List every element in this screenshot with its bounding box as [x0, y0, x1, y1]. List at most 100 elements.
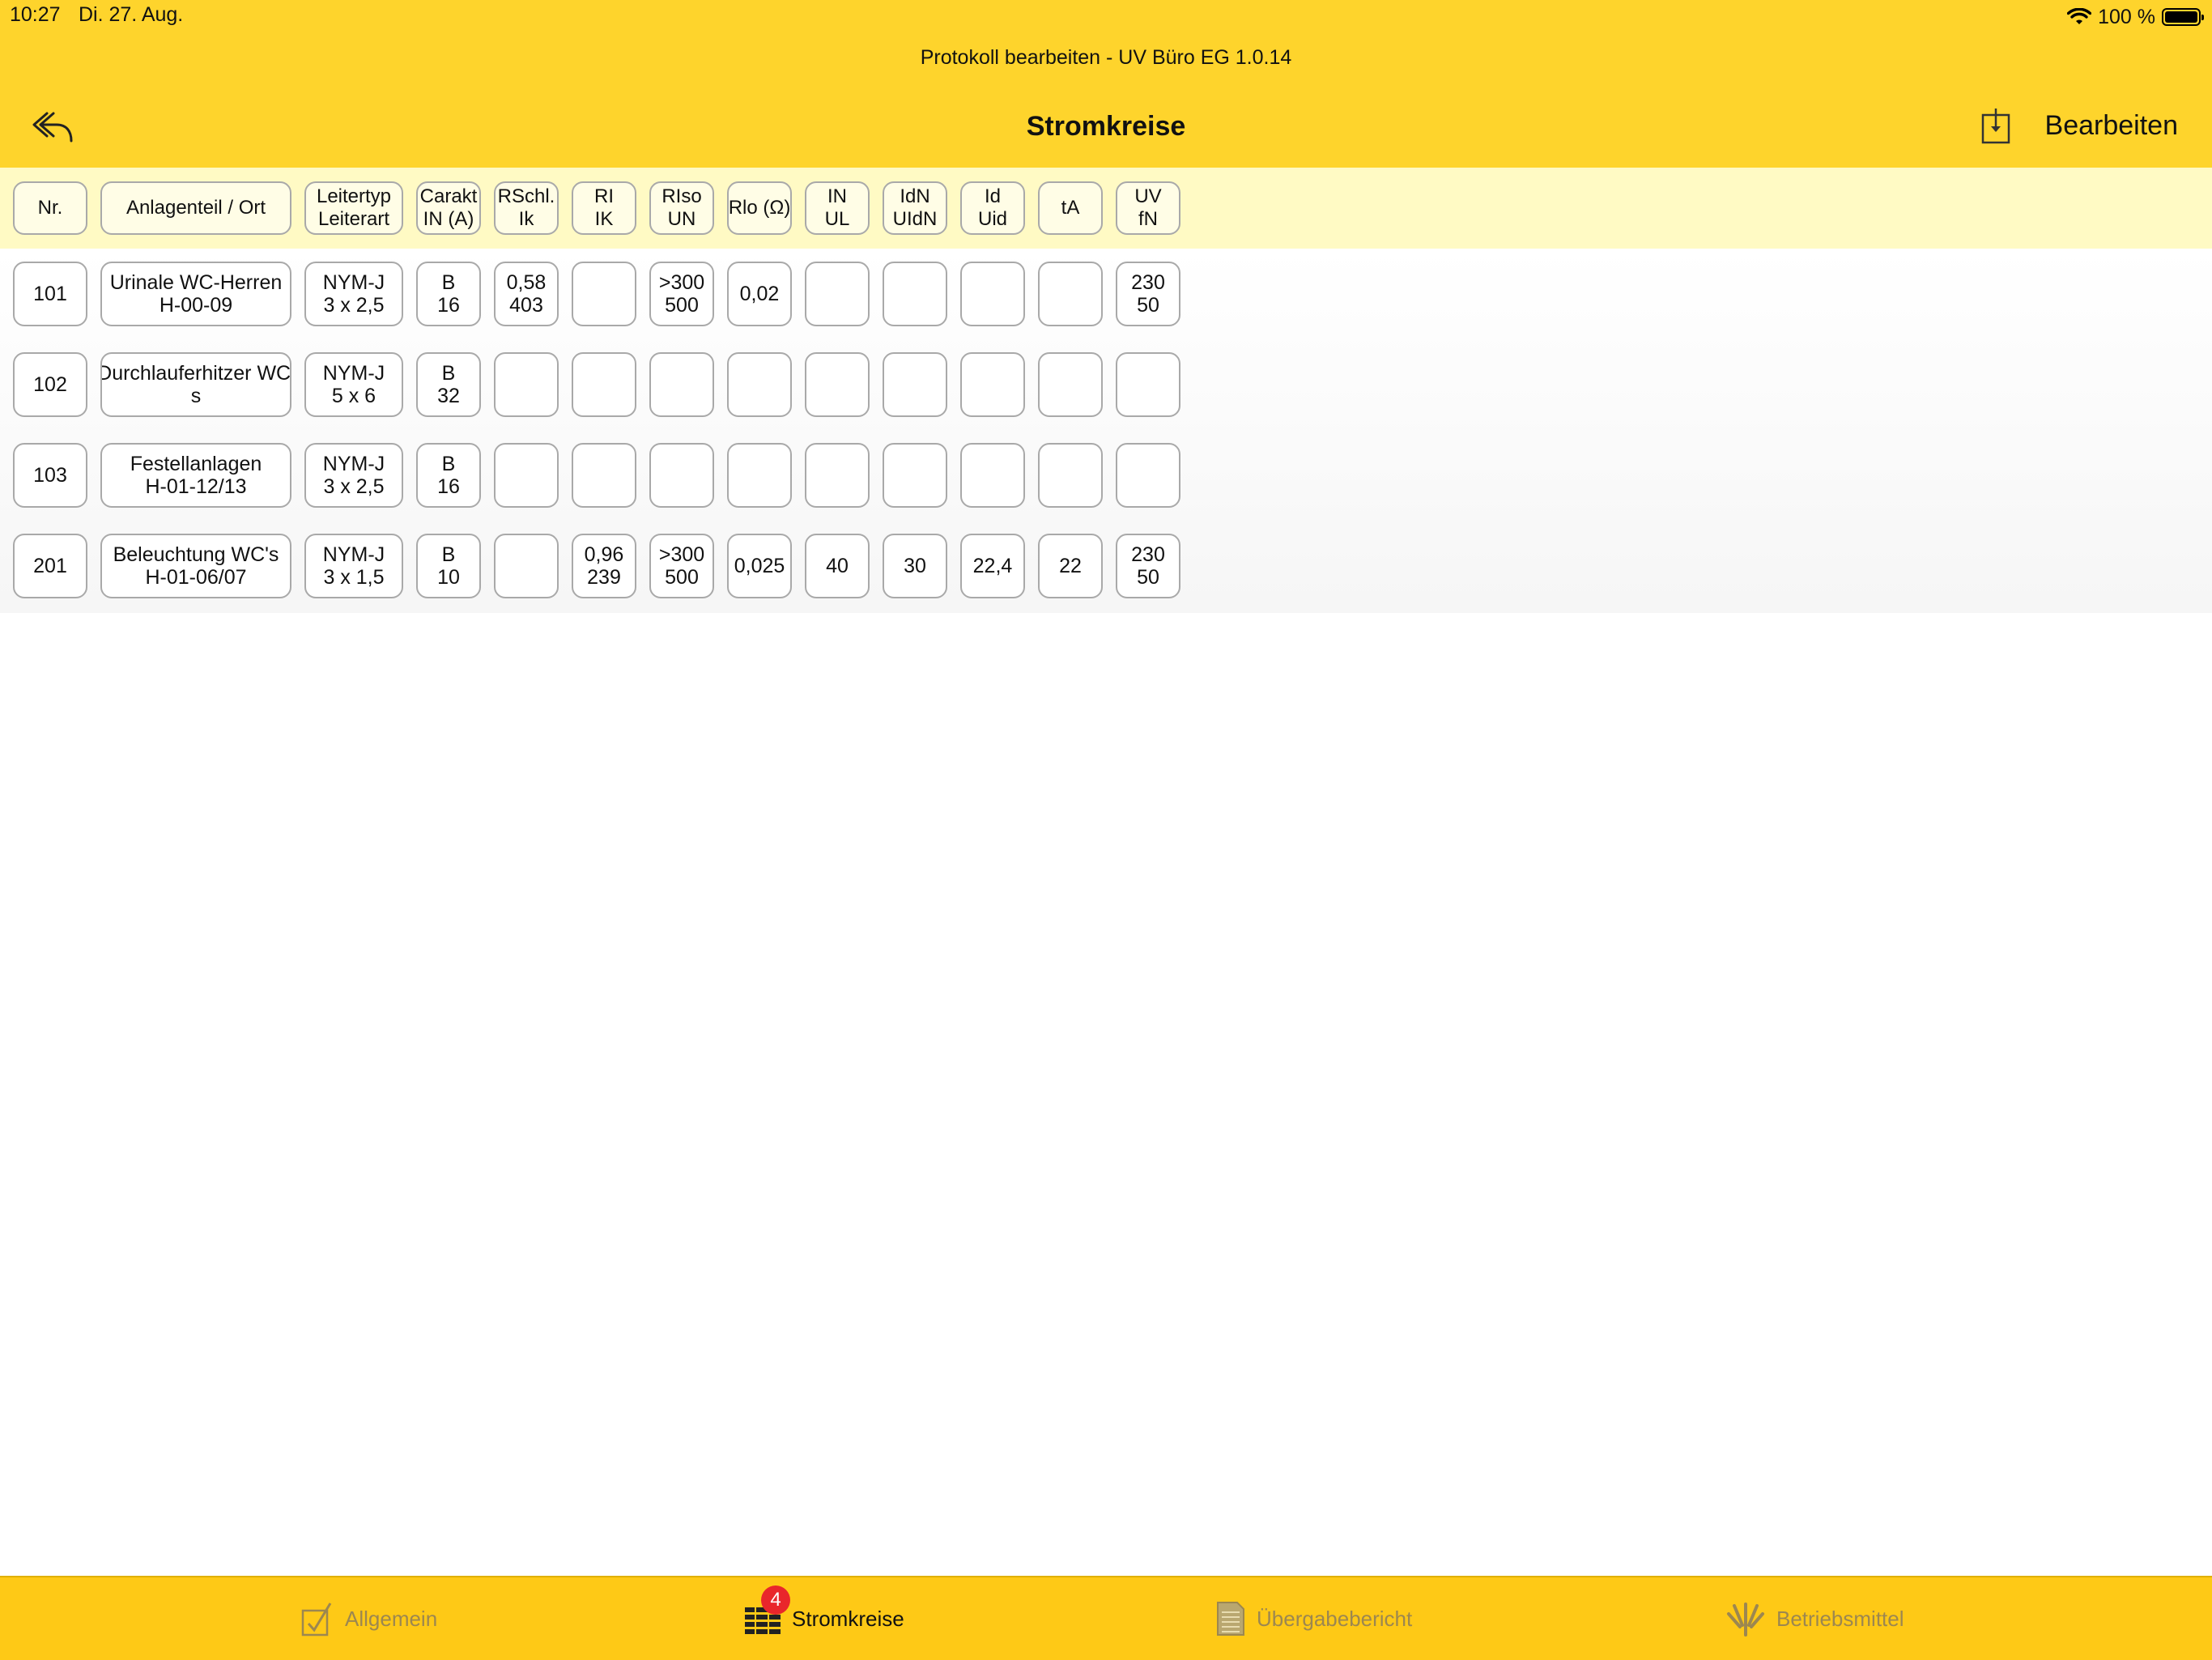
column-header-ri[interactable]: RI IK	[572, 181, 636, 235]
table-row[interactable]: 201 Beleuchtung WC's H-01-06/07 NYM-J 3 x 1,…	[0, 521, 1182, 611]
table-row[interactable]: 102 Durchlauferhitzer WC' s NYM-J 5 x 6 B 32	[0, 339, 1182, 430]
cell-rlo[interactable]	[727, 352, 792, 417]
column-header-riso[interactable]: RIso UN	[649, 181, 714, 235]
battery-percent: 100 %	[2098, 5, 2155, 28]
cell-leitertyp[interactable]: NYM-J 3 x 2,5	[304, 262, 403, 326]
cell-line-1: RSchl.	[497, 185, 555, 207]
cell-carakt[interactable]: B 16	[416, 262, 481, 326]
column-header-uv[interactable]: UV fN	[1116, 181, 1180, 235]
cell-nr[interactable]: 103	[13, 443, 87, 508]
cell-nr[interactable]: 102	[13, 352, 87, 417]
cell-anlagenteil[interactable]: Beleuchtung WC's H-01-06/07	[100, 534, 291, 598]
cell-leitertyp[interactable]: NYM-J 5 x 6	[304, 352, 403, 417]
cell-riso[interactable]: >300 500	[649, 534, 714, 598]
cell-leitertyp[interactable]: NYM-J 3 x 2,5	[304, 443, 403, 508]
column-header-nr[interactable]: Nr.	[13, 181, 87, 235]
cell-line-1: 0,58	[506, 271, 547, 294]
cell-line-1: B	[441, 453, 456, 475]
cell-ri[interactable]	[572, 443, 636, 508]
cell-leitertyp[interactable]: NYM-J 3 x 1,5	[304, 534, 403, 598]
cell-uv[interactable]: 230 50	[1116, 534, 1180, 598]
column-header-leitertyp[interactable]: Leitertyp Leiterart	[304, 181, 403, 235]
cell-uv[interactable]: 230 50	[1116, 262, 1180, 326]
top-bar: 10:27 Di. 27. Aug. 100 % Protokoll bearb…	[0, 0, 2212, 168]
cell-ta[interactable]	[1038, 443, 1103, 508]
cell-anlagenteil[interactable]: Durchlauferhitzer WC' s	[100, 352, 291, 417]
tools-icon	[1727, 1603, 1764, 1637]
cell-in[interactable]	[805, 352, 870, 417]
cell-in[interactable]	[805, 262, 870, 326]
tab-allgemein[interactable]: Allgemein	[301, 1577, 437, 1660]
cell-uv[interactable]	[1116, 352, 1180, 417]
cell-rlo[interactable]: 0,025	[727, 534, 792, 598]
cell-line-1: tA	[1061, 197, 1080, 219]
tab-betriebsmittel[interactable]: Betriebsmittel	[1726, 1577, 1904, 1660]
cell-id[interactable]	[960, 443, 1025, 508]
cell-riso[interactable]: >300 500	[649, 262, 714, 326]
status-indicators: 100 %	[2067, 3, 2204, 31]
cell-ta[interactable]	[1038, 352, 1103, 417]
cell-line-2: fN	[1138, 208, 1158, 230]
column-header-ta[interactable]: tA	[1038, 181, 1103, 235]
cell-id[interactable]	[960, 352, 1025, 417]
cell-idn[interactable]: 30	[883, 534, 947, 598]
cell-ri[interactable]: 0,96 239	[572, 534, 636, 598]
cell-line-1: 102	[33, 373, 67, 396]
cell-line-1: Beleuchtung WC's	[113, 543, 279, 566]
tab-uebergabebericht[interactable]: Übergabebericht	[1216, 1577, 1412, 1660]
cell-carakt[interactable]: B 10	[416, 534, 481, 598]
edit-button[interactable]: Bearbeiten	[2045, 110, 2178, 142]
cell-idn[interactable]	[883, 443, 947, 508]
cell-in[interactable]: 40	[805, 534, 870, 598]
cell-line-1: 0,02	[739, 283, 780, 305]
cell-carakt[interactable]: B 16	[416, 443, 481, 508]
cell-rschl[interactable]: 0,58 403	[494, 262, 559, 326]
download-button[interactable]	[1980, 109, 2011, 144]
cell-id[interactable]: 22,4	[960, 534, 1025, 598]
cell-line-2: 5 x 6	[331, 385, 376, 407]
cell-idn[interactable]	[883, 262, 947, 326]
cell-line-1: Rlo (Ω)	[728, 197, 791, 219]
cell-line-2: Ik	[518, 208, 534, 230]
cell-in[interactable]	[805, 443, 870, 508]
table-row[interactable]: 103 Festellanlagen H-01-12/13 NYM-J 3 x 2,5 B…	[0, 430, 1182, 521]
cell-anlagenteil[interactable]: Urinale WC-Herren H-00-09	[100, 262, 291, 326]
cell-ta[interactable]	[1038, 262, 1103, 326]
cell-rlo[interactable]: 0,02	[727, 262, 792, 326]
battery-icon	[2162, 8, 2204, 26]
cell-carakt[interactable]: B 32	[416, 352, 481, 417]
cell-rschl[interactable]	[494, 534, 559, 598]
column-header-rschl[interactable]: RSchl. Ik	[494, 181, 559, 235]
cell-rschl[interactable]	[494, 352, 559, 417]
cell-line-1: IN	[827, 185, 847, 207]
column-header-id[interactable]: Id Uid	[960, 181, 1025, 235]
status-time: 10:27	[10, 3, 61, 26]
cell-uv[interactable]	[1116, 443, 1180, 508]
cell-rschl[interactable]	[494, 443, 559, 508]
cell-idn[interactable]	[883, 352, 947, 417]
cell-riso[interactable]	[649, 352, 714, 417]
column-header-anlagenteil[interactable]: Anlagenteil / Ort	[100, 181, 291, 235]
column-header-rlo[interactable]: Rlo (Ω)	[727, 181, 792, 235]
cell-anlagenteil[interactable]: Festellanlagen H-01-12/13	[100, 443, 291, 508]
cell-line-1: 103	[33, 464, 67, 487]
cell-nr[interactable]: 101	[13, 262, 87, 326]
column-header-idn[interactable]: IdN UIdN	[883, 181, 947, 235]
wifi-icon	[2067, 8, 2092, 24]
cell-ta[interactable]: 22	[1038, 534, 1103, 598]
cell-line-1: 230	[1131, 271, 1165, 294]
cell-rlo[interactable]	[727, 443, 792, 508]
cell-line-1: 30	[904, 555, 926, 577]
cell-nr[interactable]: 201	[13, 534, 87, 598]
cell-id[interactable]	[960, 262, 1025, 326]
column-header-carakt[interactable]: Carakt IN (A)	[416, 181, 481, 235]
cell-line-1: 201	[33, 555, 67, 577]
column-header-in[interactable]: IN UL	[805, 181, 870, 235]
cell-ri[interactable]	[572, 262, 636, 326]
table-row[interactable]: 101 Urinale WC-Herren H-00-09 NYM-J 3 x 2,5 B…	[0, 249, 1182, 339]
cell-ri[interactable]	[572, 352, 636, 417]
cell-riso[interactable]	[649, 443, 714, 508]
cell-line-2: 50	[1137, 294, 1159, 317]
cell-line-1: UV	[1134, 185, 1162, 207]
cell-line-1: 22,4	[972, 555, 1013, 577]
